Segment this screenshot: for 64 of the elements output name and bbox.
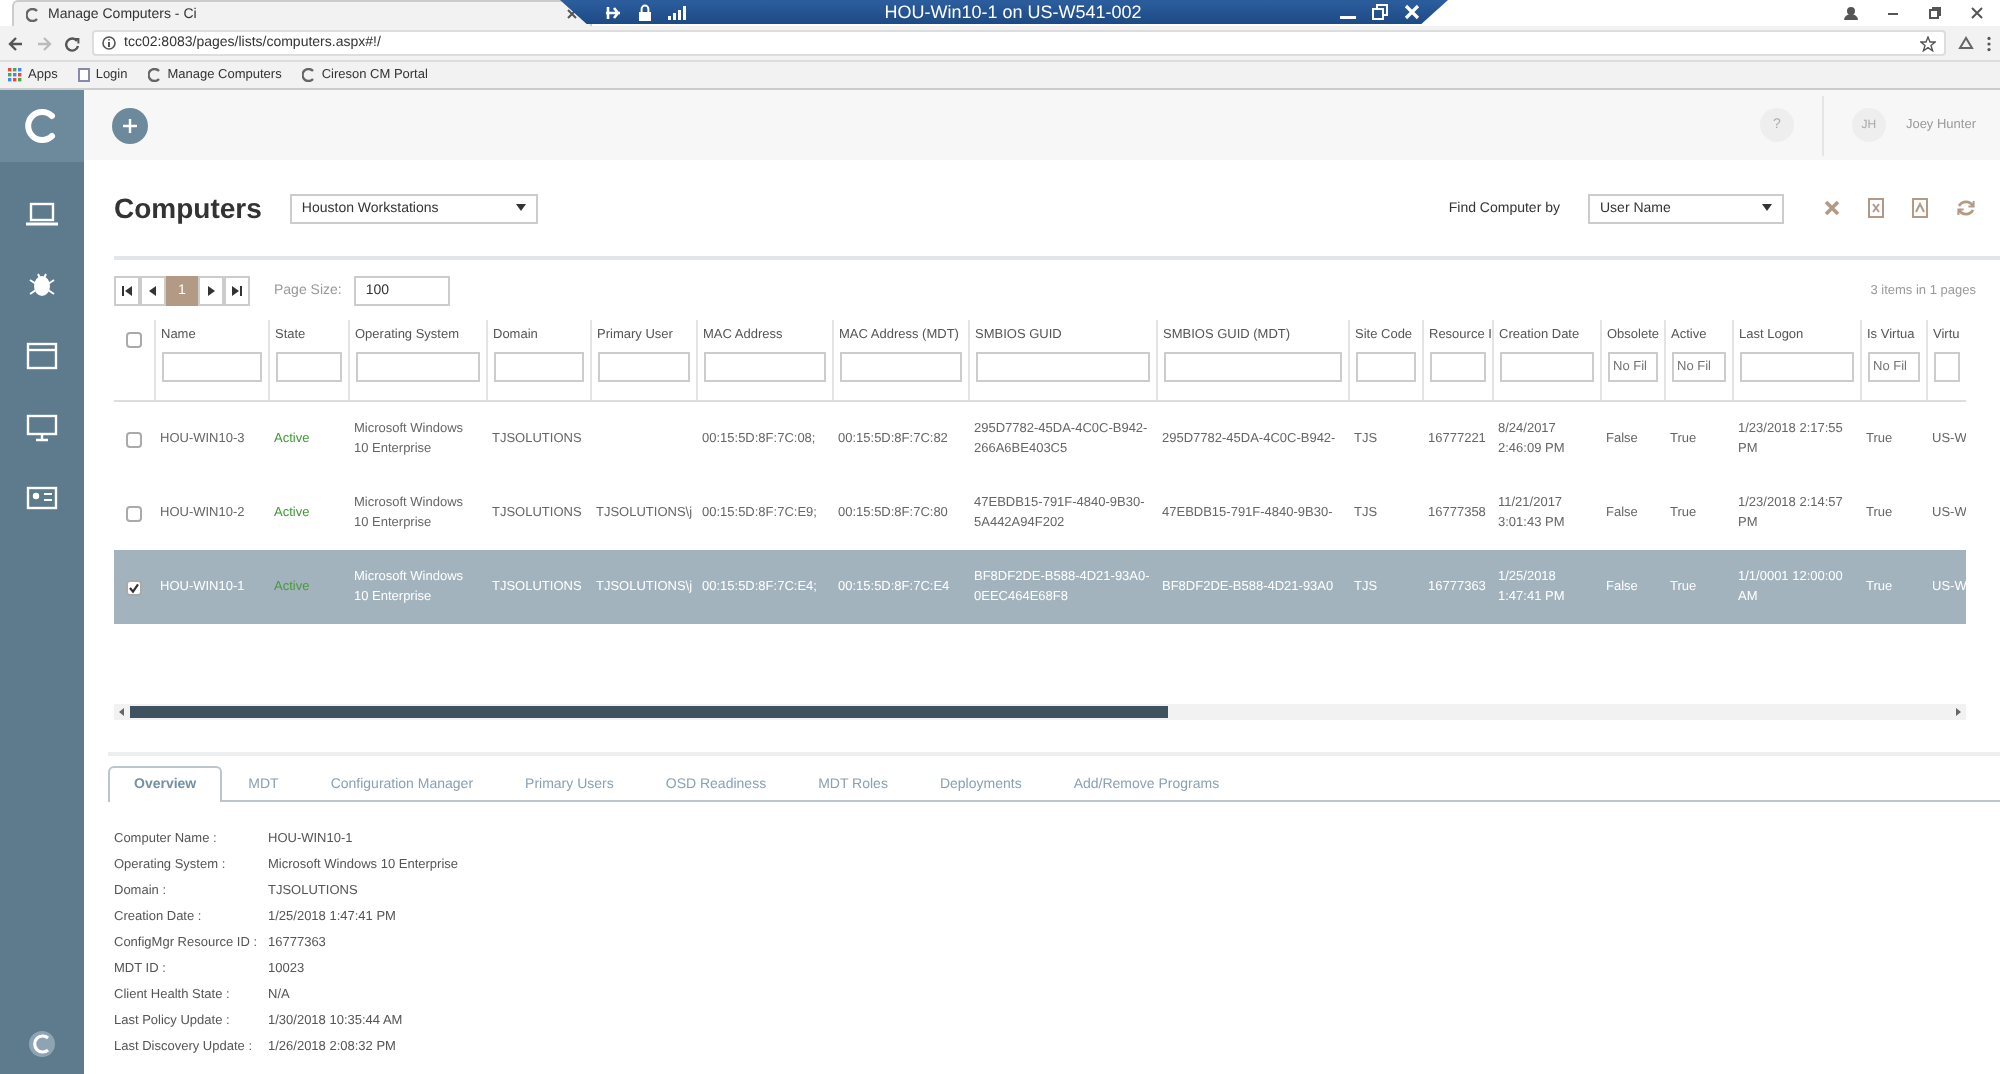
- remote-session-title: HOU-Win10-1 on US-W541-002: [882, 2, 1144, 22]
- filter-field[interactable]: [161, 352, 261, 382]
- scrollbar-thumb[interactable]: [130, 706, 1168, 718]
- filter-field[interactable]: [1739, 352, 1853, 382]
- row-checkbox[interactable]: [126, 505, 142, 521]
- filter-field[interactable]: [355, 352, 479, 382]
- row-checkbox[interactable]: [126, 579, 142, 595]
- window-icon[interactable]: [26, 342, 58, 370]
- next-page-button[interactable]: [198, 275, 224, 305]
- star-icon[interactable]: [1920, 35, 1936, 51]
- next-page-icon: [206, 285, 216, 295]
- filter-field[interactable]: [1499, 352, 1593, 382]
- last-page-button[interactable]: [224, 275, 250, 305]
- select-all-checkbox[interactable]: [125, 332, 142, 348]
- c-logo-icon[interactable]: [24, 108, 60, 144]
- filter-field[interactable]: [597, 352, 689, 382]
- caret-icon: [515, 204, 526, 212]
- laptop-icon[interactable]: [26, 202, 58, 226]
- filter-field[interactable]: [1933, 352, 1960, 382]
- c-logo-icon: [26, 7, 40, 21]
- filter-field[interactable]: [975, 352, 1149, 382]
- last-page-icon: [232, 285, 242, 295]
- filter-field[interactable]: [1429, 352, 1485, 382]
- filter-field[interactable]: [1163, 352, 1341, 382]
- previous-page-icon: [148, 285, 158, 295]
- monitor-icon[interactable]: [26, 414, 58, 442]
- pin-icon[interactable]: [604, 3, 622, 21]
- excel-export-icon[interactable]: [1868, 198, 1884, 218]
- page-title: Computers: [114, 192, 262, 224]
- row-checkbox[interactable]: [126, 431, 142, 447]
- pdf-export-icon[interactable]: [1912, 198, 1928, 218]
- bug-icon[interactable]: [28, 270, 56, 298]
- first-page-icon: [122, 285, 132, 295]
- close-icon[interactable]: [566, 8, 578, 20]
- first-page-button[interactable]: [114, 275, 140, 305]
- filter-field[interactable]: [839, 352, 961, 382]
- reload-icon[interactable]: [64, 35, 80, 51]
- signal-icon: [668, 4, 686, 20]
- scroll-left-icon[interactable]: [114, 704, 130, 720]
- c-logo-icon: [147, 68, 162, 82]
- plus-icon: [122, 117, 138, 133]
- apps-grid-icon: [8, 68, 22, 82]
- back-icon[interactable]: [8, 35, 24, 51]
- logo-icon: [28, 1030, 56, 1058]
- previous-page-button[interactable]: [140, 275, 166, 305]
- caret-icon: [1762, 204, 1772, 212]
- close-icon[interactable]: [1970, 6, 1984, 20]
- info-icon: [102, 36, 116, 50]
- scroll-right-icon[interactable]: [1950, 704, 1966, 720]
- checkmark-icon: [128, 581, 140, 593]
- page-icon: [77, 68, 90, 82]
- menu-icon[interactable]: [1986, 35, 1992, 51]
- refresh-icon[interactable]: [1956, 198, 1976, 218]
- filter-field[interactable]: [1355, 352, 1415, 382]
- add-button[interactable]: [112, 107, 148, 143]
- filter-field[interactable]: [275, 352, 341, 382]
- restore-icon[interactable]: [1372, 4, 1388, 20]
- user-icon[interactable]: [1844, 6, 1858, 20]
- filter-field[interactable]: [493, 352, 583, 382]
- restore-icon[interactable]: [1928, 6, 1942, 20]
- clear-icon[interactable]: [1824, 200, 1840, 216]
- id-card-icon[interactable]: [26, 486, 58, 510]
- filter-field[interactable]: [703, 352, 825, 382]
- c-logo-icon: [301, 68, 316, 82]
